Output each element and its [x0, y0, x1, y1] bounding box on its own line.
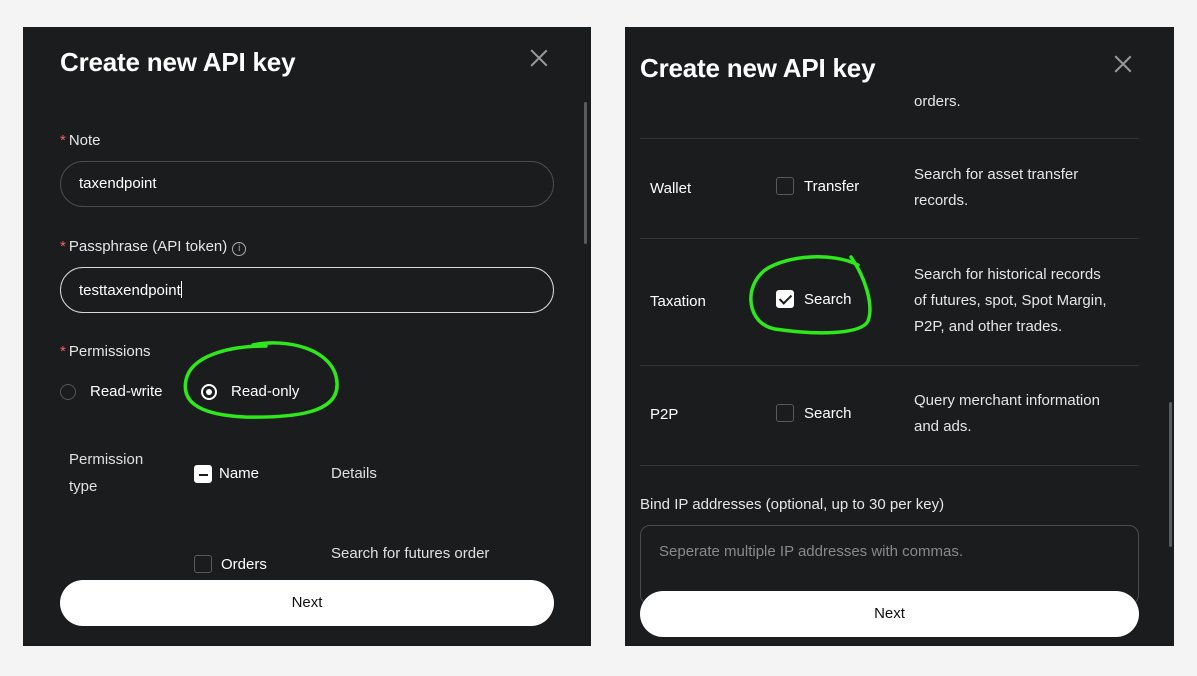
read-only-radio[interactable] — [201, 384, 217, 400]
p2p-desc-line1: Query merchant information — [914, 392, 1100, 409]
select-all-checkbox[interactable] — [194, 465, 212, 483]
scrollbar[interactable] — [584, 102, 587, 244]
required-asterisk: * — [60, 343, 66, 360]
passphrase-text: testtaxendpoint — [79, 282, 181, 299]
p2p-desc: Query merchant information and ads. — [914, 388, 1129, 440]
required-asterisk: * — [60, 238, 66, 255]
wallet-desc: Search for asset transfer records. — [914, 162, 1129, 214]
info-icon[interactable]: i — [232, 242, 247, 256]
ip-addresses-placeholder: Seperate multiple IP addresses with comm… — [659, 543, 964, 560]
close-icon[interactable] — [1113, 54, 1133, 74]
next-button[interactable]: Next — [640, 591, 1139, 637]
next-button[interactable]: Next — [60, 580, 554, 626]
row-divider — [640, 465, 1139, 466]
name-header: Name — [219, 465, 260, 482]
create-api-key-dialog-left: Create new API key * Note taxendpoint * Pa… — [23, 27, 591, 646]
text-caret — [180, 281, 182, 298]
create-api-key-dialog-right: Create new API key orders. Wallet Transf… — [625, 27, 1174, 646]
row-divider — [640, 138, 1139, 139]
dialog-title: Create new API key — [640, 53, 876, 83]
passphrase-label: * Passphrase (API token) i — [60, 238, 247, 256]
note-label-text: Note — [68, 132, 101, 149]
taxation-type-label: Taxation — [650, 293, 706, 310]
note-input[interactable]: taxendpoint — [60, 161, 554, 207]
transfer-checkbox[interactable] — [776, 177, 794, 195]
permissions-label-text: Permissions — [68, 343, 151, 360]
permission-type-header-2: type — [69, 478, 98, 495]
details-header: Details — [331, 465, 377, 482]
p2p-type-label: P2P — [650, 406, 679, 423]
required-asterisk: * — [60, 132, 66, 149]
taxation-search-label: Search — [804, 291, 852, 308]
passphrase-input[interactable]: testtaxendpoint — [60, 267, 554, 313]
p2p-search-label: Search — [804, 405, 852, 422]
taxation-search-checkbox[interactable] — [776, 290, 794, 308]
bind-ip-label: Bind IP addresses (optional, up to 30 pe… — [640, 496, 945, 513]
dialog-title: Create new API key — [60, 47, 296, 77]
taxation-desc-line1: Search for historical records — [914, 266, 1101, 283]
close-icon[interactable] — [529, 48, 549, 68]
wallet-type-label: Wallet — [650, 180, 692, 197]
permission-type-header-1: Permission — [69, 451, 144, 468]
note-input-value: taxendpoint — [79, 175, 157, 192]
p2p-search-checkbox[interactable] — [776, 404, 794, 422]
p2p-desc-line2: and ads. — [914, 418, 972, 435]
row-divider — [640, 238, 1139, 239]
wallet-desc-line1: Search for asset transfer — [914, 166, 1079, 183]
row-divider — [640, 365, 1139, 366]
scrollbar[interactable] — [1169, 402, 1172, 547]
taxation-desc: Search for historical records of futures,… — [914, 262, 1129, 340]
green-annotation-circle — [183, 341, 339, 419]
read-write-radio[interactable] — [60, 384, 76, 400]
read-only-label[interactable]: Read-only — [231, 383, 299, 400]
transfer-label: Transfer — [804, 178, 860, 195]
taxation-desc-line2: of futures, spot, Spot Margin, — [914, 292, 1107, 309]
permissions-label: * Permissions — [60, 343, 151, 360]
read-write-label[interactable]: Read-write — [90, 383, 163, 400]
passphrase-label-text: Passphrase (API token) — [68, 238, 228, 255]
orders-details: Search for futures order — [331, 545, 490, 562]
orders-checkbox[interactable] — [194, 555, 212, 573]
orders-desc-partial: orders. — [914, 93, 961, 110]
note-label: * Note — [60, 132, 101, 149]
passphrase-input-value: testtaxendpoint — [79, 281, 182, 299]
wallet-desc-line2: records. — [914, 192, 969, 209]
orders-label: Orders — [221, 556, 267, 573]
taxation-desc-line3: P2P, and other trades. — [914, 318, 1063, 335]
